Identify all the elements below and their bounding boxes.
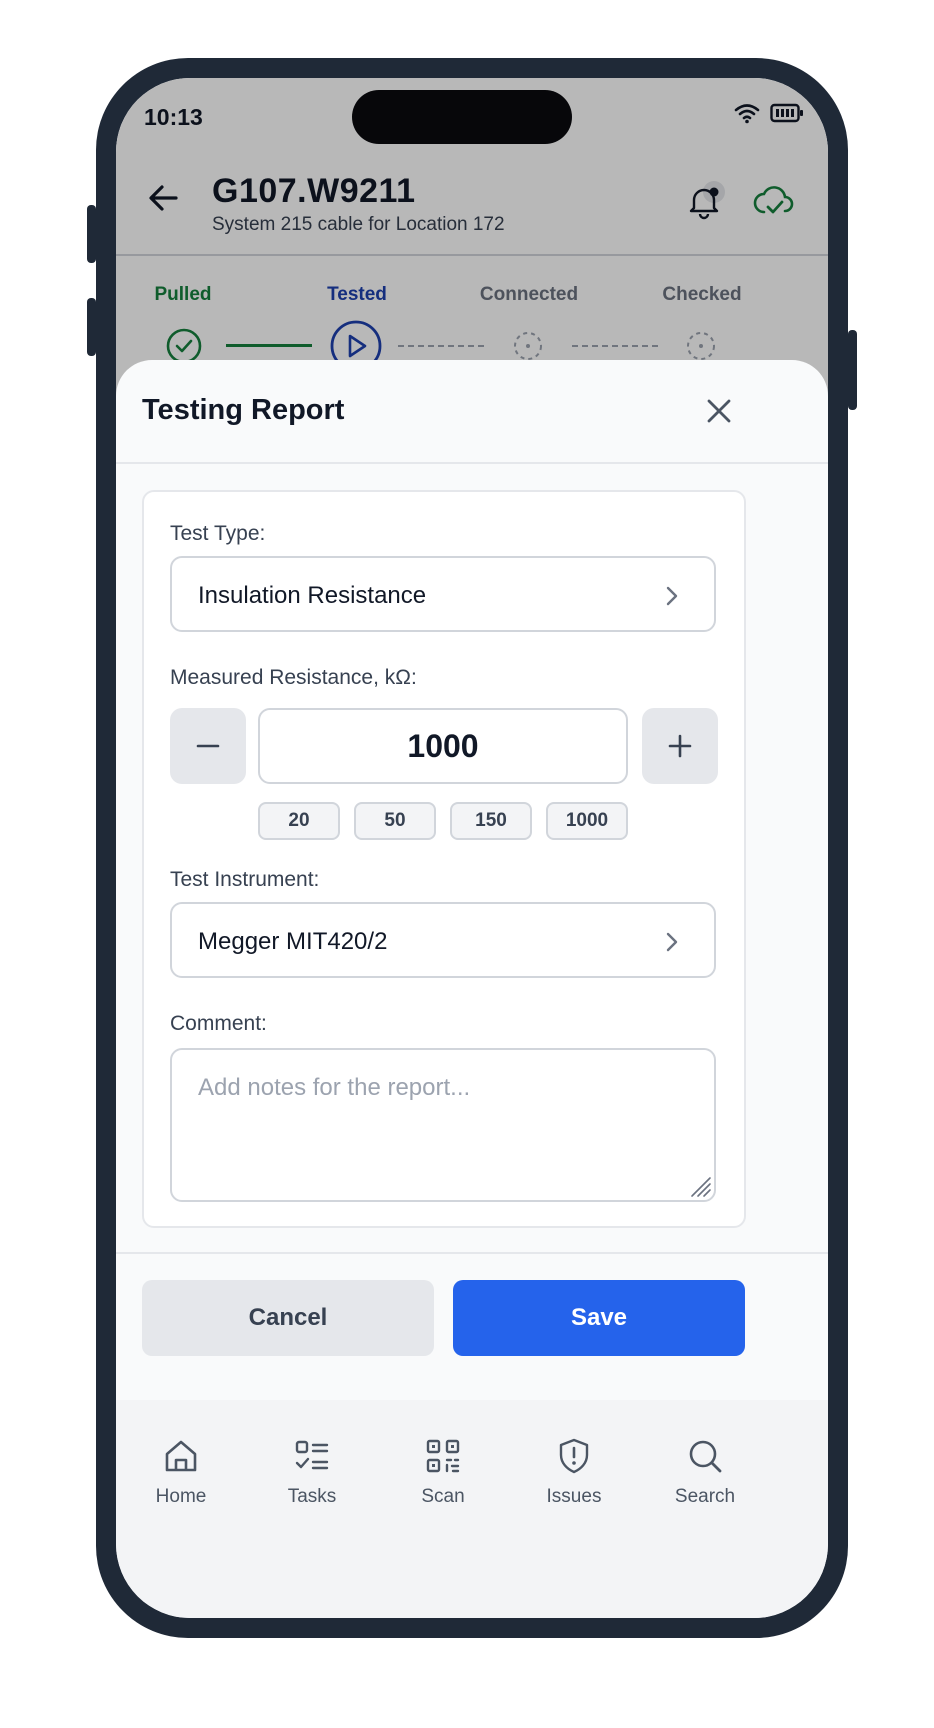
comment-placeholder: Add notes for the report... — [198, 1074, 471, 1101]
tab-home[interactable]: Home — [126, 1436, 236, 1508]
tab-scan[interactable]: Scan — [388, 1436, 498, 1508]
home-icon — [165, 1440, 197, 1472]
testing-report-sheet: Testing Report Test Type: Insulation Res… — [116, 360, 828, 1400]
comment-textarea[interactable]: Add notes for the report... — [170, 1048, 716, 1202]
tab-issues-label: Issues — [546, 1486, 602, 1507]
screen: 10:13 G107.W9211 System 215 cable for Lo… — [116, 78, 828, 1618]
bottom-tab-bar: Home Tasks Scan Issues Search — [116, 1400, 828, 1618]
phone-frame: 10:13 G107.W9211 System 215 cable for Lo… — [96, 58, 848, 1638]
tab-home-label: Home — [155, 1486, 207, 1507]
modal-backdrop[interactable] — [116, 78, 828, 398]
preset-50-button[interactable]: 50 — [354, 802, 436, 840]
comment-label: Comment: — [170, 1012, 267, 1035]
tab-tasks-label: Tasks — [287, 1486, 337, 1507]
sheet-title: Testing Report — [142, 394, 345, 426]
side-button — [87, 298, 96, 356]
tab-issues[interactable]: Issues — [519, 1436, 629, 1508]
instrument-select[interactable]: Megger MIT420/2 — [170, 902, 716, 978]
test-type-select[interactable]: Insulation Resistance — [170, 556, 716, 632]
chevron-right-icon — [666, 586, 678, 606]
close-icon[interactable] — [702, 394, 736, 428]
shield-alert-icon — [559, 1438, 589, 1474]
preset-20-button[interactable]: 20 — [258, 802, 340, 840]
preset-150-button[interactable]: 150 — [450, 802, 532, 840]
sheet-footer-divider — [116, 1252, 828, 1254]
qr-icon — [426, 1439, 460, 1473]
minus-icon — [196, 744, 220, 748]
test-type-value: Insulation Resistance — [198, 582, 427, 609]
resize-handle-icon[interactable] — [688, 1174, 712, 1198]
increment-button[interactable] — [642, 708, 718, 784]
tasks-icon — [295, 1440, 329, 1470]
instrument-label: Test Instrument: — [170, 868, 320, 891]
tab-search-label: Search — [674, 1486, 736, 1507]
cancel-button[interactable]: Cancel — [142, 1280, 434, 1356]
tab-search[interactable]: Search — [650, 1436, 760, 1508]
side-button — [87, 205, 96, 263]
save-button[interactable]: Save — [453, 1280, 745, 1356]
report-form-card: Test Type: Insulation Resistance Measure… — [142, 490, 746, 1228]
instrument-value: Megger MIT420/2 — [198, 928, 388, 955]
resistance-label: Measured Resistance, kΩ: — [170, 666, 417, 689]
preset-1000-button[interactable]: 1000 — [546, 802, 628, 840]
tab-scan-label: Scan — [421, 1486, 465, 1507]
decrement-button[interactable] — [170, 708, 246, 784]
test-type-label: Test Type: — [170, 522, 266, 545]
side-button — [848, 330, 857, 410]
resistance-input[interactable]: 1000 — [258, 708, 628, 784]
sheet-header: Testing Report — [116, 360, 828, 464]
plus-icon — [668, 734, 692, 758]
search-icon — [689, 1440, 722, 1473]
chevron-right-icon — [666, 932, 678, 952]
tab-tasks[interactable]: Tasks — [257, 1436, 367, 1508]
